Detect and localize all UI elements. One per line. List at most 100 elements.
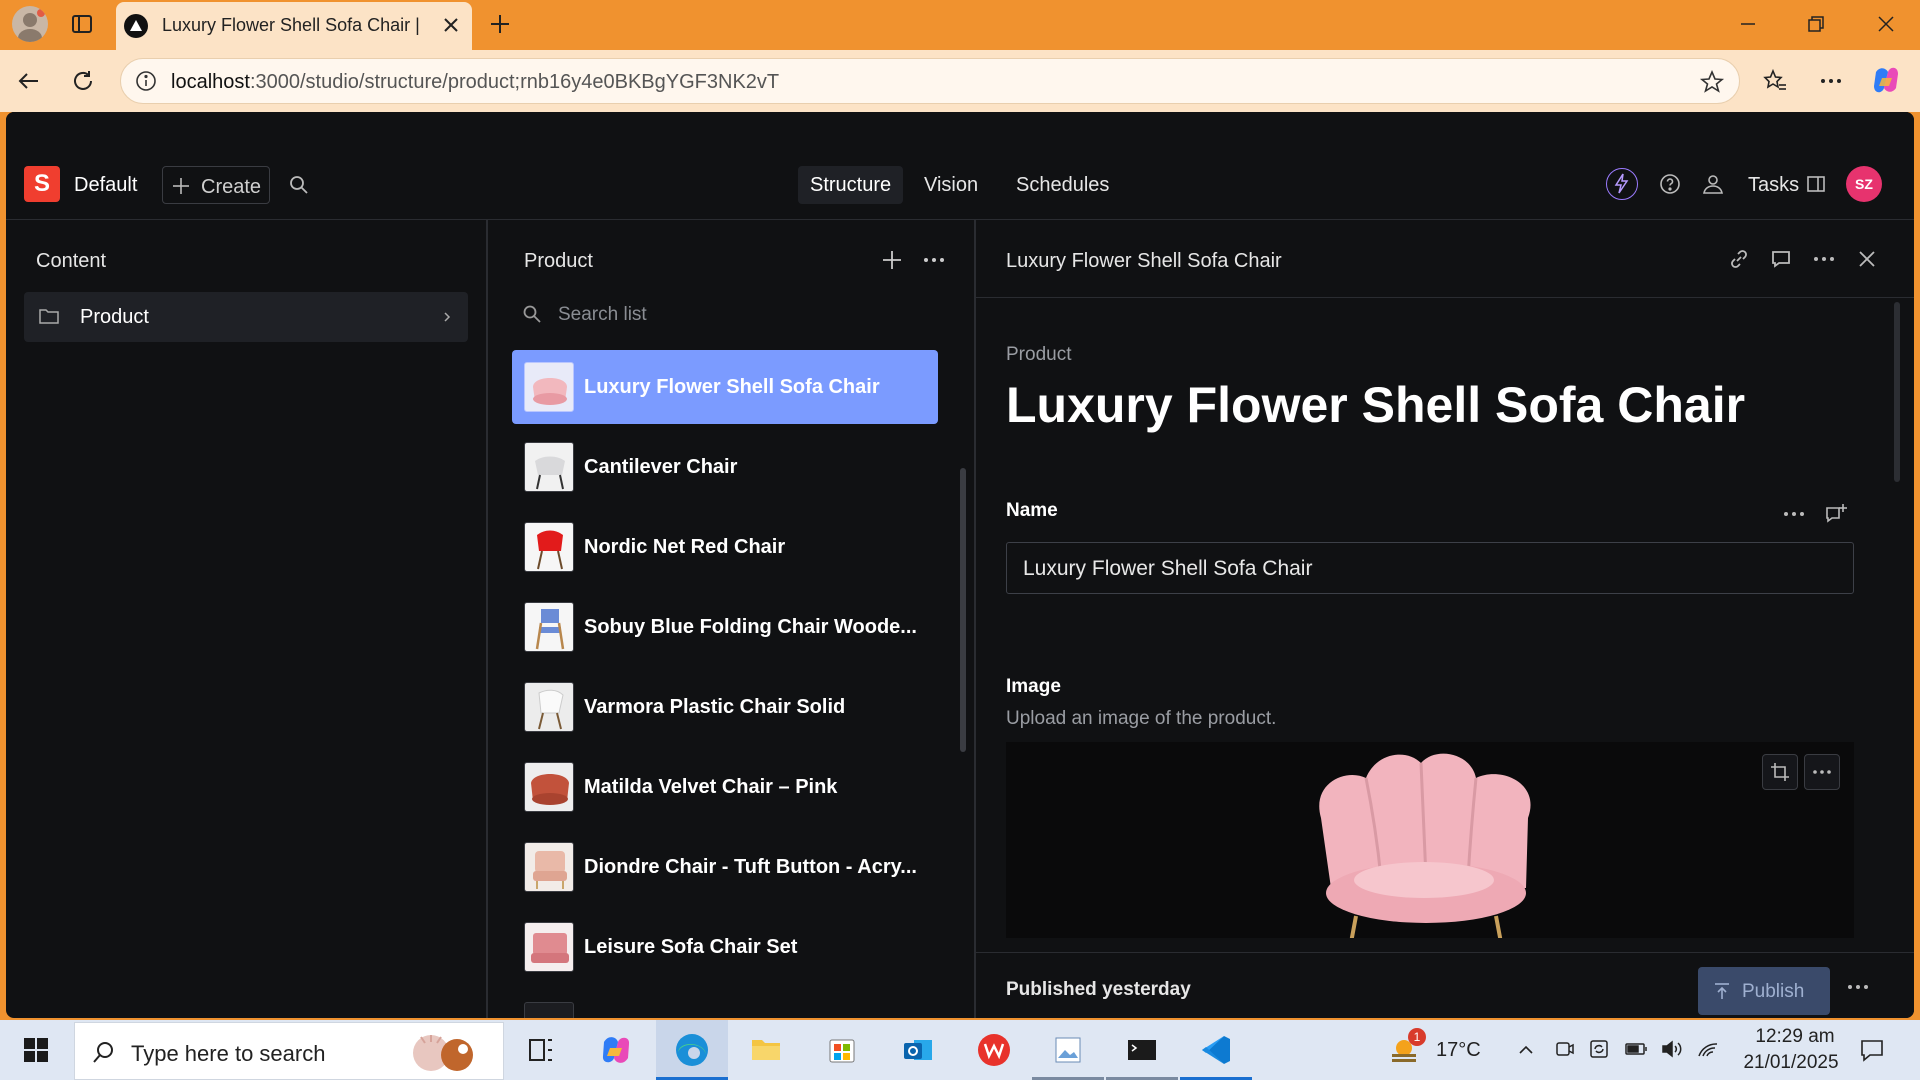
site-info-icon[interactable] xyxy=(135,70,157,92)
back-icon[interactable] xyxy=(16,68,42,94)
more-menu-icon[interactable] xyxy=(1818,68,1844,94)
create-label: Create xyxy=(201,176,262,198)
favorite-star-icon[interactable] xyxy=(1699,69,1725,95)
wifi-icon[interactable] xyxy=(1696,1038,1720,1060)
document-scrollbar[interactable] xyxy=(1894,302,1900,482)
workspace-name[interactable]: Default xyxy=(74,174,137,197)
publish-button[interactable]: Publish xyxy=(1698,967,1830,1015)
minimize-icon[interactable] xyxy=(1738,14,1758,34)
image-viewer-icon[interactable] xyxy=(1032,1020,1104,1080)
copilot-taskbar-icon[interactable] xyxy=(580,1020,652,1080)
new-tab-icon[interactable] xyxy=(488,12,512,36)
profile-avatar-icon[interactable] xyxy=(12,6,48,42)
list-item[interactable]: Sobuy Blue Folding Chair Woode... xyxy=(512,590,938,664)
clock-time[interactable]: 12:29 am xyxy=(1748,1026,1842,1048)
product-thumbnail xyxy=(524,602,574,652)
folder-icon xyxy=(38,306,60,326)
list-search[interactable]: Search list xyxy=(510,292,936,336)
sync-icon[interactable] xyxy=(1588,1038,1610,1060)
close-pane-icon[interactable] xyxy=(1856,248,1878,270)
crop-button[interactable] xyxy=(1762,754,1798,790)
product-thumbnail xyxy=(524,762,574,812)
create-button[interactable]: Create xyxy=(162,166,270,204)
file-explorer-icon[interactable] xyxy=(730,1020,802,1080)
battery-icon[interactable] xyxy=(1624,1040,1648,1058)
clock-date[interactable]: 21/01/2025 xyxy=(1736,1052,1846,1074)
image-field[interactable] xyxy=(1006,742,1854,938)
add-comment-icon[interactable] xyxy=(1824,502,1848,526)
document-footer: Published yesterday Publish xyxy=(976,952,1914,1018)
list-item-label: Matilda Velvet Chair – Pink xyxy=(584,776,838,798)
taskbar-search-placeholder: Type here to search xyxy=(131,1041,326,1066)
temperature[interactable]: 17°C xyxy=(1436,1039,1481,1062)
tab-structure[interactable]: Structure xyxy=(798,166,904,204)
image-menu-button[interactable] xyxy=(1804,754,1840,790)
link-icon[interactable] xyxy=(1728,248,1750,270)
product-thumbnail xyxy=(524,522,574,572)
product-image xyxy=(1306,748,1556,938)
close-window-icon[interactable] xyxy=(1876,14,1896,34)
taskbar-search[interactable]: Type here to search xyxy=(74,1022,504,1080)
help-icon[interactable] xyxy=(1658,172,1682,196)
sanity-favicon-icon xyxy=(124,14,148,38)
studio-logo[interactable]: S xyxy=(24,166,60,202)
address-bar[interactable]: localhost:3000/studio/structure/product;… xyxy=(120,58,1740,104)
url-text: localhost:3000/studio/structure/product;… xyxy=(171,71,779,94)
list-item[interactable]: Leisure Sofa Chair Set xyxy=(512,910,938,984)
browser-tab-active[interactable]: Luxury Flower Shell Sofa Chair | D xyxy=(116,2,472,50)
list-item[interactable]: Cantilever Chair xyxy=(512,430,938,504)
tab-actions-icon[interactable] xyxy=(70,12,94,36)
restore-icon[interactable] xyxy=(1806,14,1826,34)
list-item[interactable]: Diondre Chair - Tuft Button - Acry... xyxy=(512,830,938,904)
refresh-icon[interactable] xyxy=(70,68,96,94)
list-item[interactable]: Luxury Flower Shell Sofa Chair xyxy=(512,350,938,424)
document-header: Luxury Flower Shell Sofa Chair xyxy=(976,220,1914,298)
document-heading: Luxury Flower Shell Sofa Chair xyxy=(1006,377,1746,433)
edge-icon[interactable] xyxy=(656,1020,728,1080)
volume-icon[interactable] xyxy=(1660,1038,1684,1060)
search-icon[interactable] xyxy=(288,174,310,196)
list-item-label: Cantilever Chair xyxy=(584,456,738,478)
studio-app: S Default Create Structure Vision Schedu… xyxy=(6,112,1914,1018)
chevron-right-icon xyxy=(442,310,452,324)
favorites-icon[interactable] xyxy=(1762,68,1788,94)
wps-office-icon[interactable] xyxy=(958,1020,1030,1080)
notifications-icon[interactable] xyxy=(1858,1036,1886,1064)
tasks-panel-icon[interactable] xyxy=(1806,174,1826,194)
tasks-label[interactable]: Tasks xyxy=(1748,174,1799,197)
footer-menu-icon[interactable] xyxy=(1846,977,1870,997)
document-menu-icon[interactable] xyxy=(1812,248,1836,270)
tab-schedules[interactable]: Schedules xyxy=(1004,166,1121,204)
list-item[interactable]: Nordic Net Red Chair xyxy=(512,510,938,584)
list-menu-icon[interactable] xyxy=(922,248,946,272)
vscode-icon[interactable] xyxy=(1180,1020,1252,1080)
terminal-icon[interactable] xyxy=(1106,1020,1178,1080)
name-field[interactable]: Luxury Flower Shell Sofa Chair xyxy=(1006,542,1854,594)
comments-icon[interactable] xyxy=(1770,248,1792,270)
list-item[interactable]: Varmora Plastic Chair Solid xyxy=(512,670,938,744)
copilot-icon[interactable] xyxy=(1870,64,1902,96)
list-item-label: Luxury Flower Shell Sofa Chair xyxy=(584,376,880,398)
windows-logo-icon xyxy=(24,1038,48,1062)
avatar[interactable]: SZ xyxy=(1846,166,1882,202)
list-item[interactable]: Matilda Velvet Chair – Pink xyxy=(512,750,938,824)
users-icon[interactable] xyxy=(1700,172,1726,196)
close-tab-icon[interactable] xyxy=(442,16,460,34)
content-item-product[interactable]: Product xyxy=(24,292,468,342)
tab-vision-label: Vision xyxy=(924,174,979,196)
show-hidden-icons[interactable] xyxy=(1516,1040,1536,1060)
meet-now-icon[interactable] xyxy=(1554,1038,1576,1060)
add-document-icon[interactable] xyxy=(880,248,904,272)
taskbar: Type here to search 1 17°C 12:29 am 21/0… xyxy=(0,1020,1920,1080)
list-scrollbar[interactable] xyxy=(960,468,966,752)
field-menu-icon[interactable] xyxy=(1782,504,1806,524)
outlook-icon[interactable] xyxy=(882,1020,954,1080)
product-thumbnail xyxy=(524,362,574,412)
start-button[interactable] xyxy=(0,1020,72,1080)
lightning-icon[interactable] xyxy=(1606,168,1638,200)
tab-vision[interactable]: Vision xyxy=(912,166,990,204)
store-icon[interactable] xyxy=(806,1020,878,1080)
publish-label: Publish xyxy=(1742,981,1805,1002)
task-view-icon[interactable] xyxy=(504,1020,576,1080)
url-host: localhost xyxy=(171,71,250,93)
